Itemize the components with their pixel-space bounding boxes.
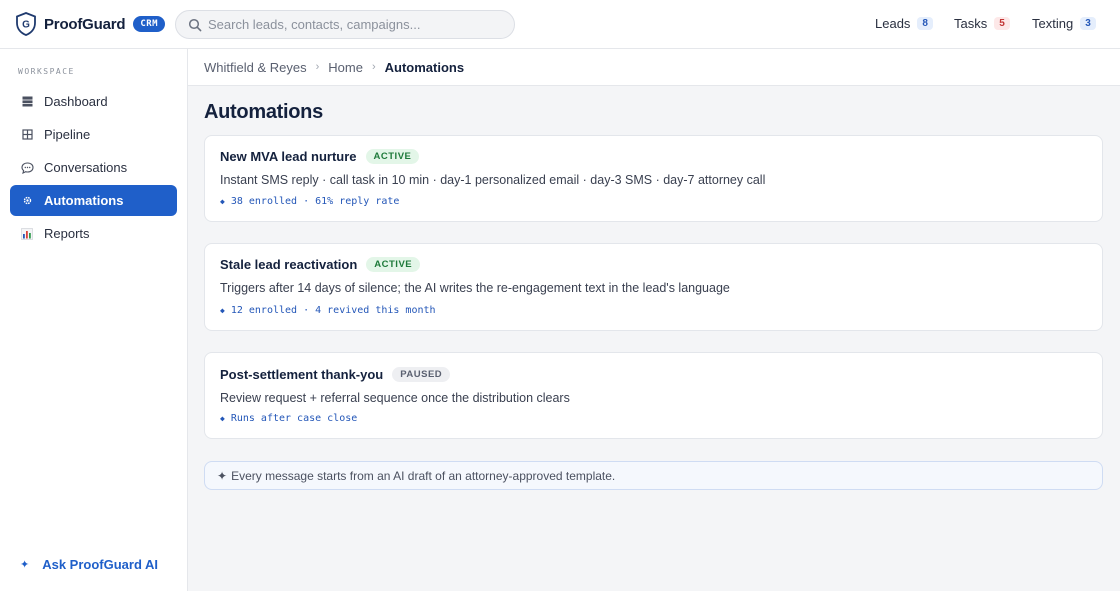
sidebar-item-conversations[interactable]: Conversations [10, 152, 177, 183]
dashboard-icon [20, 95, 34, 109]
tasks-count-badge: 5 [994, 17, 1010, 30]
brand-name: ProofGuard [44, 15, 126, 33]
breadcrumb-item-home[interactable]: Home [328, 60, 363, 75]
automation-card[interactable]: New MVA lead nurture ACTIVE Instant SMS … [204, 135, 1103, 222]
breadcrumb-item-firm[interactable]: Whitfield & Reyes [204, 60, 307, 75]
top-header: G ProofGuard CRM Leads 8 Tasks 5 Texting… [0, 0, 1120, 49]
search-box[interactable] [175, 10, 515, 39]
sidebar-item-automations[interactable]: Automations [10, 185, 177, 216]
sidebar-item-label: Pipeline [44, 127, 91, 142]
automation-description: Triggers after 14 days of silence; the A… [220, 281, 730, 295]
diamond-bullet-icon: ◆ [220, 306, 225, 315]
crm-badge: CRM [133, 16, 166, 32]
sidebar-item-dashboard[interactable]: Dashboard [10, 86, 177, 117]
breadcrumb: Whitfield & Reyes › Home › Automations [188, 49, 1120, 86]
status-badge: ACTIVE [365, 149, 420, 164]
ask-ai-button[interactable]: ✦ Ask ProofGuard AI [20, 557, 158, 572]
sparkle-icon: ✦ [217, 468, 228, 483]
svg-text:G: G [22, 20, 30, 31]
nav-texting-label: Texting [1032, 16, 1074, 31]
nav-leads[interactable]: Leads 8 [875, 16, 933, 31]
sidebar-item-reports[interactable]: Reports [10, 218, 177, 249]
automation-meta: Runs after case close [230, 413, 358, 424]
gear-icon [20, 194, 34, 208]
automation-description: Instant SMS reply · call task in 10 min … [220, 173, 766, 187]
sidebar-section-label: WORKSPACE [18, 67, 75, 76]
nav-texting[interactable]: Texting 3 [1032, 16, 1096, 31]
automation-description: Review request + referral sequence once … [220, 391, 570, 405]
pipeline-icon [20, 128, 34, 142]
nav-tasks[interactable]: Tasks 5 [954, 16, 1010, 31]
automation-name: Stale lead reactivation [220, 257, 358, 272]
leads-count-badge: 8 [917, 17, 933, 30]
sidebar-item-label: Automations [44, 193, 124, 208]
sidebar-item-label: Conversations [44, 160, 128, 175]
status-badge: PAUSED [392, 367, 451, 382]
shield-logo-icon: G [16, 12, 36, 36]
chat-icon [20, 161, 34, 175]
search-input[interactable] [208, 17, 498, 32]
nav-tasks-label: Tasks [954, 16, 988, 31]
logo[interactable]: G ProofGuard CRM [15, 12, 166, 36]
diamond-bullet-icon: ◆ [220, 414, 225, 423]
sparkle-icon: ✦ [20, 559, 30, 571]
automation-name: Post-settlement thank-you [220, 367, 384, 382]
info-note: ✦ Every message starts from an AI draft … [204, 461, 1103, 490]
chevron-right-icon: › [315, 61, 320, 73]
sidebar-item-pipeline[interactable]: Pipeline [10, 119, 177, 150]
automation-name: New MVA lead nurture [220, 149, 357, 164]
nav-leads-label: Leads [875, 16, 911, 31]
automation-meta: 12 enrolled · 4 revived this month [230, 305, 436, 316]
page-title: Automations [204, 101, 323, 123]
sidebar-item-label: Dashboard [44, 94, 108, 109]
chart-icon [20, 227, 34, 241]
search-icon [188, 18, 202, 31]
status-badge: ACTIVE [366, 257, 421, 272]
automation-meta: 38 enrolled · 61% reply rate [230, 196, 400, 207]
texting-count-badge: 3 [1080, 17, 1096, 30]
ask-ai-label: Ask ProofGuard AI [42, 557, 159, 572]
automation-card[interactable]: Post-settlement thank-you PAUSED Review … [204, 352, 1103, 439]
diamond-bullet-icon: ◆ [220, 197, 225, 206]
sidebar: WORKSPACE Dashboard Pipeline Conversatio… [0, 49, 188, 591]
automation-card[interactable]: Stale lead reactivation ACTIVE Triggers … [204, 243, 1103, 331]
breadcrumb-item-current: Automations [384, 59, 465, 75]
info-note-text: Every message starts from an AI draft of… [231, 468, 616, 483]
sidebar-item-label: Reports [44, 226, 90, 241]
chevron-right-icon: › [371, 61, 376, 73]
